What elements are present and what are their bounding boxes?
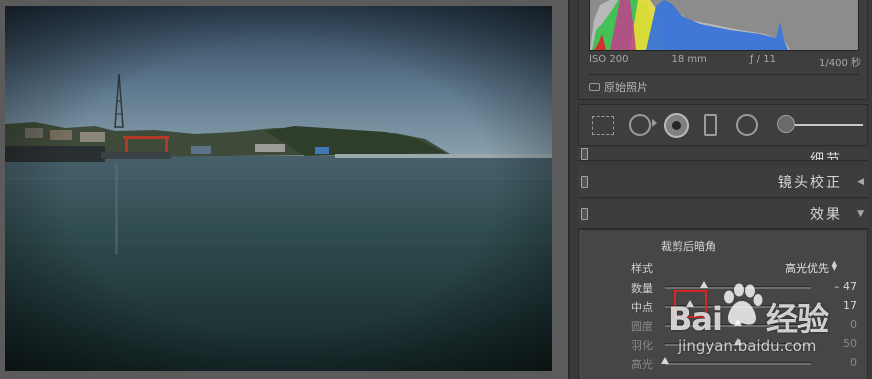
expand-arrow-icon[interactable]: ▼ (857, 209, 864, 219)
slider-row-amount: 数量 – 47 (579, 278, 869, 296)
slider-track[interactable] (661, 357, 811, 365)
slider-value[interactable]: 0 (850, 356, 857, 369)
red-eye-tool-icon[interactable] (664, 113, 689, 138)
slider-row-highlights: 高光 0 (579, 354, 869, 372)
photo-preview-area (0, 0, 568, 379)
slider-label: 数量 (631, 282, 653, 295)
slider-value[interactable]: 50 (843, 337, 857, 350)
section-detail-header[interactable]: 细节 (578, 147, 868, 161)
section-toggle-icon[interactable] (581, 147, 588, 160)
radial-filter-tool-icon[interactable] (736, 114, 758, 136)
photo-image[interactable] (5, 6, 552, 371)
slider-track[interactable] (665, 319, 811, 327)
original-photo-toggle[interactable]: 原始照片 (589, 80, 648, 94)
section-toggle-icon[interactable] (581, 208, 588, 220)
slider-thumb[interactable] (734, 338, 742, 345)
slider-row-feather: 羽化 50 (579, 335, 869, 353)
effects-panel: 裁剪后暗角 样式 高光优先 ▲ ▼ 数量 – 47 中点 17 圆度 0 羽化 5… (578, 229, 868, 379)
slider-value[interactable]: – 47 (834, 280, 857, 293)
vignette-title: 裁剪后暗角 (661, 240, 716, 253)
spot-removal-arrow-icon (652, 119, 657, 127)
slider-thumb[interactable] (661, 357, 669, 364)
photo-scene (5, 6, 552, 371)
divider (589, 74, 859, 75)
exif-focal-length: 18 mm (671, 54, 707, 65)
section-effects-header[interactable]: 效果 ▼ (578, 200, 868, 229)
style-dropdown[interactable]: 高光优先 (785, 260, 829, 276)
exif-info: ISO 200 18 mm ƒ / 11 1/400 秒 (589, 54, 861, 69)
slider-thumb[interactable] (734, 319, 742, 326)
adjustment-brush-tool-icon[interactable] (777, 115, 795, 133)
slider-value[interactable]: 17 (843, 299, 857, 312)
section-lens-correction-header[interactable]: 镜头校正 ◀ (578, 166, 868, 198)
style-label: 样式 (631, 262, 653, 275)
slider-track[interactable] (665, 338, 811, 346)
original-photo-checkbox[interactable] (589, 83, 600, 91)
slider-label: 圆度 (631, 320, 653, 333)
tool-strip (578, 104, 868, 146)
section-effects-title: 效果 (810, 207, 842, 223)
collapse-arrow-icon[interactable]: ◀ (857, 177, 864, 187)
dropdown-caret-icon[interactable]: ▲ ▼ (832, 260, 837, 272)
exif-aperture: ƒ / 11 (749, 54, 776, 65)
spot-removal-tool-icon[interactable] (629, 114, 651, 136)
crop-tool-icon[interactable] (592, 116, 614, 135)
brush-tool-slider[interactable] (793, 124, 863, 126)
slider-label: 羽化 (631, 339, 653, 352)
slider-thumb[interactable] (699, 281, 708, 288)
slider-row-roundness: 圆度 0 (579, 316, 869, 334)
slider-value[interactable]: 0 (850, 318, 857, 331)
slider-row-midpoint: 中点 17 (579, 297, 869, 315)
slider-track[interactable] (665, 281, 811, 289)
exif-iso: ISO 200 (589, 54, 629, 65)
highlight-box (674, 290, 707, 318)
section-detail-title: 细节 (810, 152, 842, 161)
develop-right-panel: ISO 200 18 mm ƒ / 11 1/400 秒 原始照片 细节 镜头校… (568, 0, 872, 379)
original-photo-label: 原始照片 (604, 81, 648, 94)
exif-shutter: 1/400 秒 (819, 58, 861, 69)
slider-label: 中点 (631, 301, 653, 314)
section-toggle-icon[interactable] (581, 175, 588, 188)
histogram-panel: ISO 200 18 mm ƒ / 11 1/400 秒 原始照片 (578, 0, 868, 100)
section-lens-correction-title: 镜头校正 (778, 174, 842, 191)
slider-label: 高光 (631, 358, 653, 371)
graduated-filter-tool-icon[interactable] (704, 114, 717, 136)
histogram (589, 0, 859, 51)
